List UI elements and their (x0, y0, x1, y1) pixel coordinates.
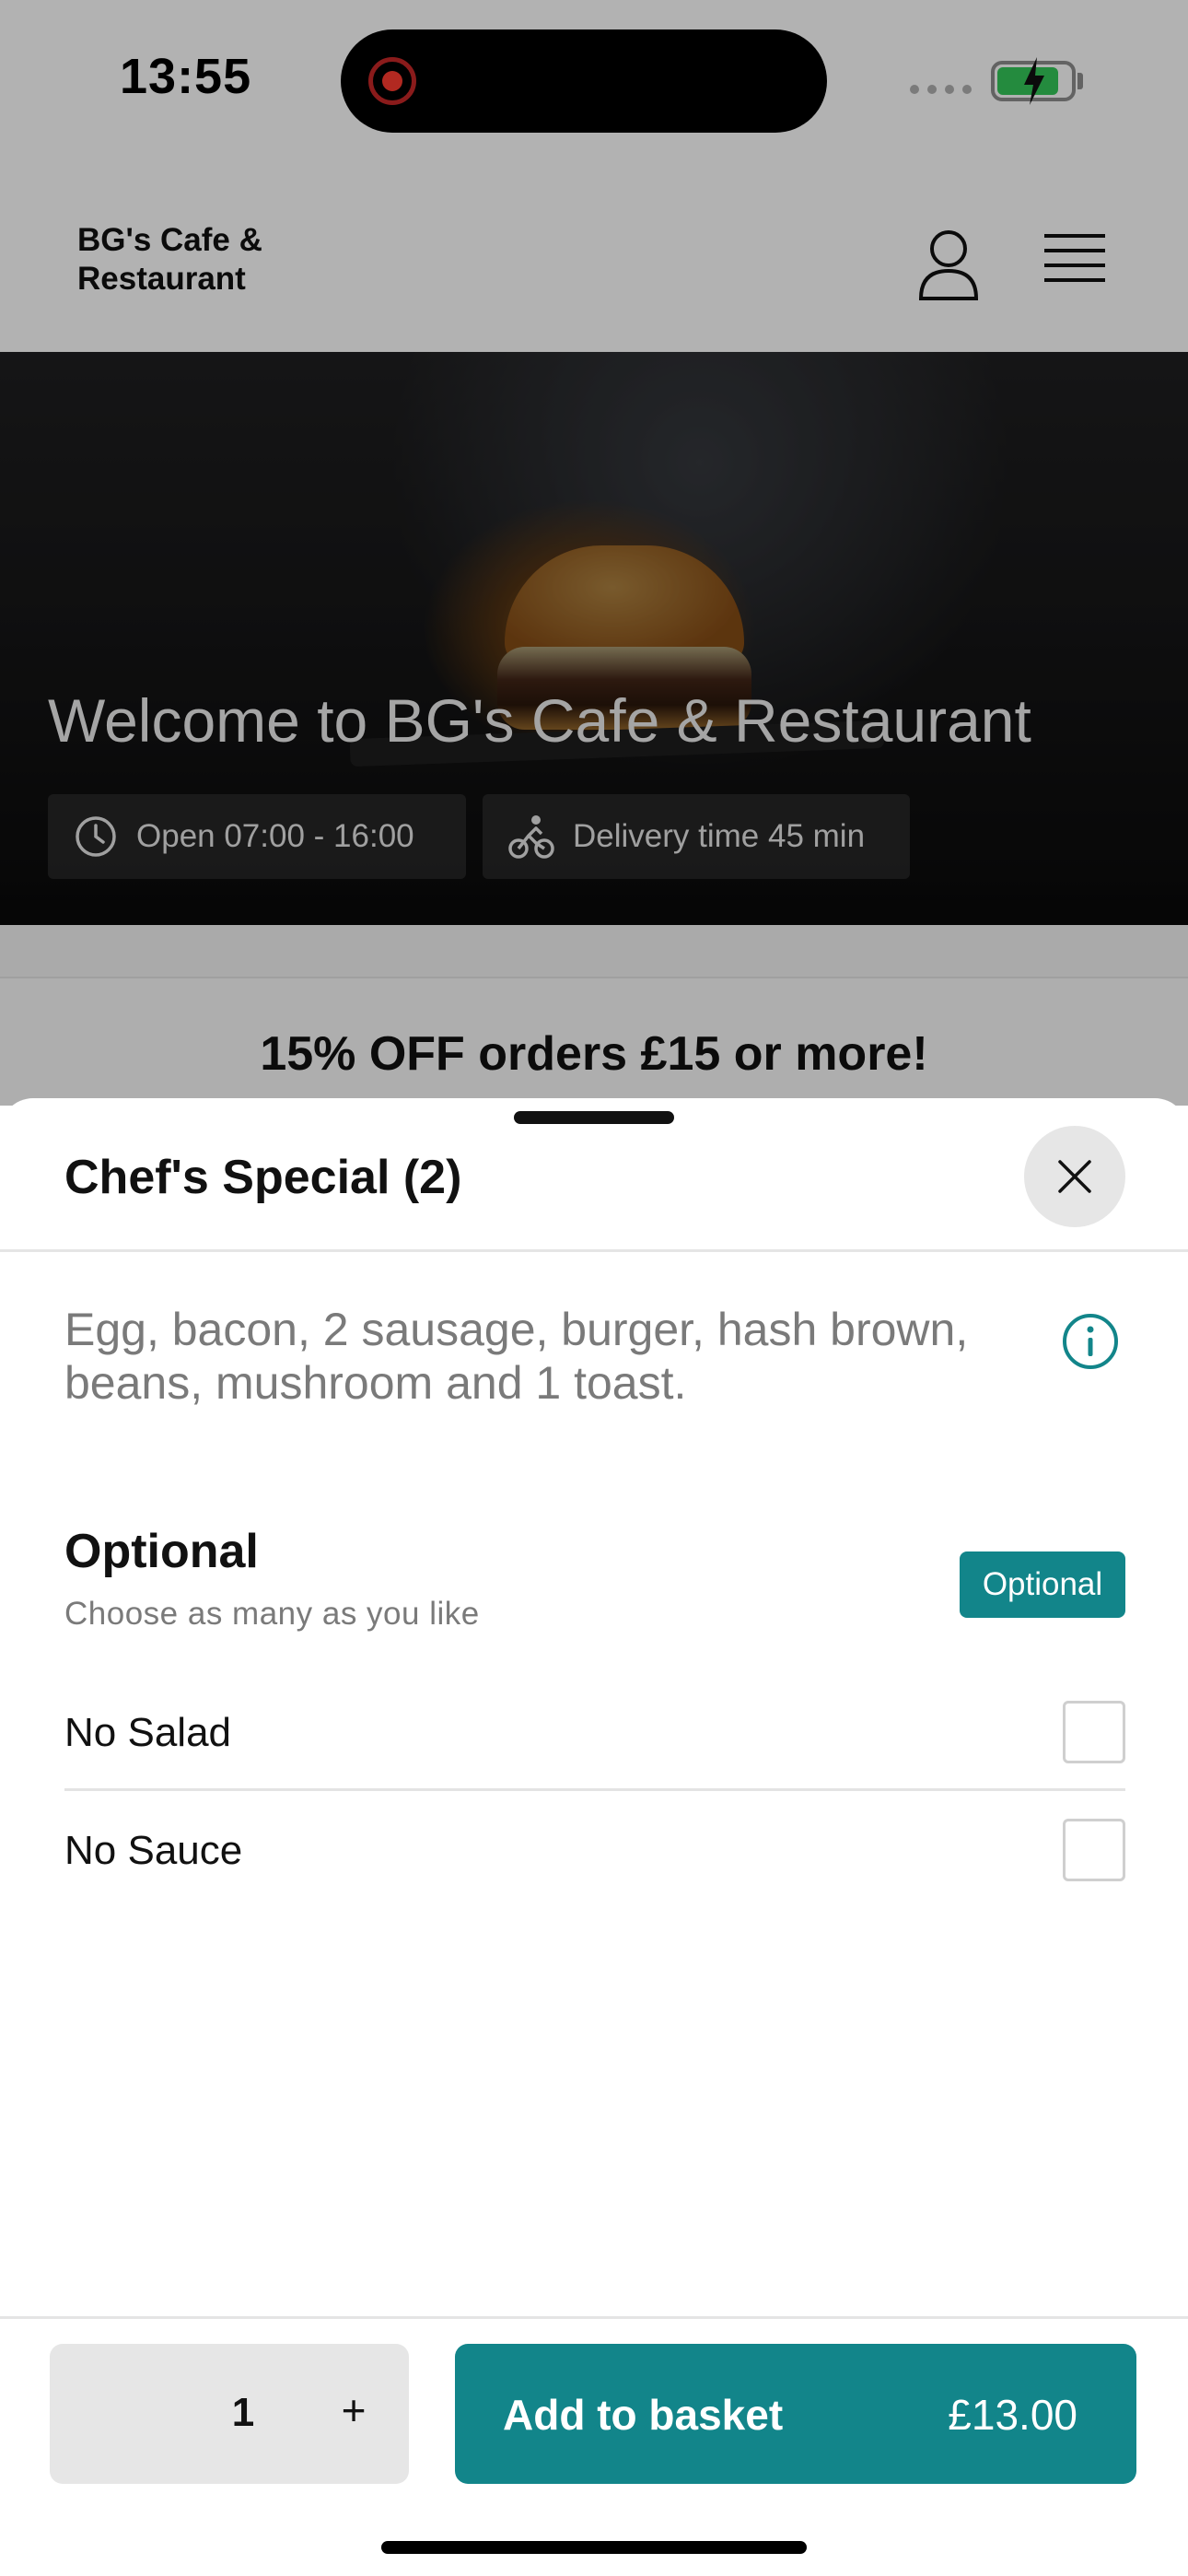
option-row-no-sauce[interactable]: No Sauce (64, 1793, 1125, 1909)
close-icon (1058, 1160, 1091, 1193)
product-options-sheet: Chef's Special (2) Egg, bacon, 2 sausage… (0, 1098, 1188, 2576)
optional-badge: Optional (960, 1551, 1125, 1618)
option-group-title: Optional (64, 1525, 259, 1578)
sheet-divider (0, 1249, 1188, 1252)
add-to-basket-button[interactable]: Add to basket £13.00 (455, 2344, 1136, 2484)
option-label: No Sauce (64, 1828, 243, 1873)
no-sauce-checkbox[interactable] (1063, 1819, 1125, 1881)
footer-divider (0, 2316, 1188, 2319)
modal-scrim[interactable] (0, 0, 1188, 1106)
product-description: Egg, bacon, 2 sausage, burger, hash brow… (64, 1304, 969, 1409)
option-group-subtitle: Choose as many as you like (64, 1596, 480, 1632)
add-to-basket-price: £13.00 (948, 2391, 1077, 2439)
option-row-no-salad[interactable]: No Salad (64, 1675, 1125, 1791)
sheet-title: Chef's Special (2) (64, 1151, 462, 1204)
option-label: No Salad (64, 1710, 232, 1755)
quantity-value: 1 (231, 2390, 255, 2435)
sheet-grabber[interactable] (514, 1111, 674, 1124)
no-salad-checkbox[interactable] (1063, 1701, 1125, 1763)
quantity-increase-button[interactable]: + (326, 2383, 381, 2438)
quantity-stepper: 1 + (50, 2344, 409, 2484)
home-indicator[interactable] (381, 2541, 807, 2554)
screen: 13:55 BG's Cafe & Restaurant Welcome to … (0, 0, 1188, 2576)
close-button[interactable] (1024, 1126, 1125, 1227)
info-icon[interactable] (1061, 1312, 1120, 1371)
add-to-basket-label: Add to basket (503, 2391, 784, 2439)
